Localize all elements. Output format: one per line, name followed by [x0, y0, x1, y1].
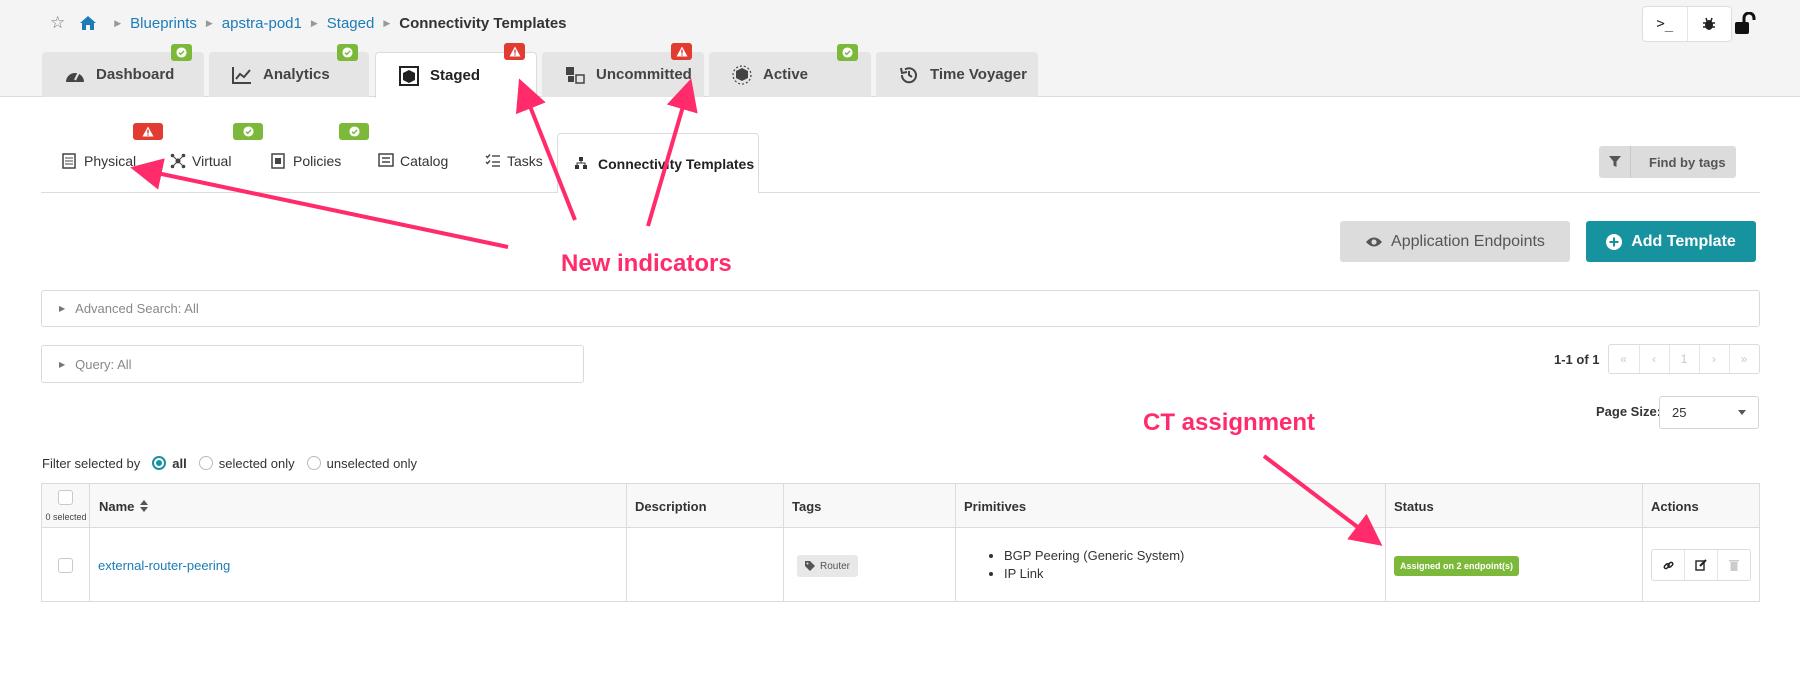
annotation-arrow: [130, 158, 509, 249]
annotation-arrow: [646, 78, 698, 227]
annotation-new-indicators: New indicators: [561, 250, 732, 277]
annotation-arrow: [515, 78, 577, 221]
annotation-arrows: [130, 78, 1383, 546]
annotation-arrow: [1262, 454, 1383, 546]
annotation-ct-assignment: CT assignment: [1143, 409, 1316, 436]
